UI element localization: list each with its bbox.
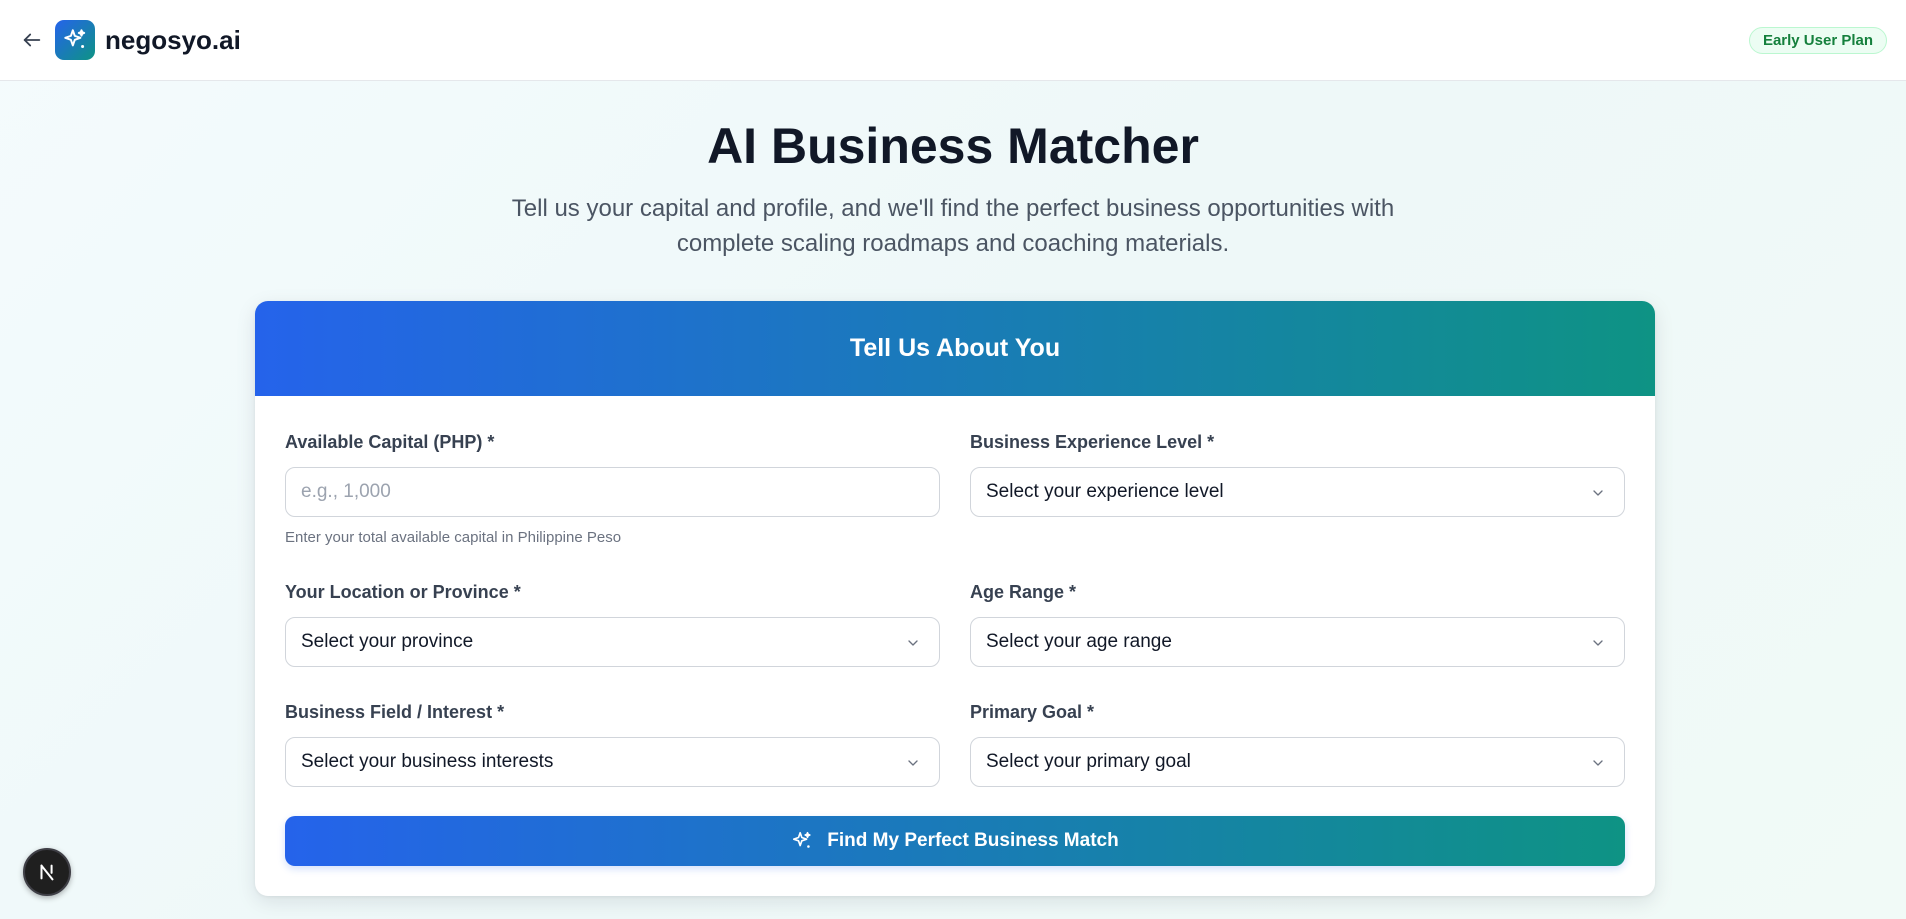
- goal-label: Primary Goal *: [970, 702, 1095, 722]
- age-selected-value: Select your age range: [986, 631, 1172, 652]
- chevron-down-icon: [1593, 490, 1603, 496]
- province-selected-value: Select your province: [301, 631, 474, 652]
- card-header: Tell Us About You: [255, 301, 1655, 396]
- top-nav-bar: negosyo.ai Early User Plan: [0, 0, 1906, 81]
- find-match-button-label: Find My Perfect Business Match: [827, 830, 1119, 851]
- chevron-down-icon: [908, 760, 918, 766]
- capital-field-group: Available Capital (PHP) * Enter your tot…: [285, 431, 940, 547]
- page-title: AI Business Matcher: [707, 118, 1199, 174]
- sparkles-icon: [793, 831, 811, 848]
- goal-selected-value: Select your primary goal: [986, 751, 1191, 772]
- sparkles-icon: [64, 29, 86, 49]
- page-subtitle: Tell us your capital and profile, and we…: [511, 195, 1395, 257]
- age-range-select[interactable]: Select your age range: [970, 617, 1625, 667]
- experience-selected-value: Select your experience level: [986, 481, 1224, 502]
- experience-field-group: Business Experience Level * Select your …: [970, 431, 1625, 517]
- business-interest-select[interactable]: Select your business interests: [285, 737, 940, 787]
- card-title: Tell Us About You: [849, 334, 1061, 362]
- arrow-left-icon: [23, 33, 41, 47]
- nextjs-icon: [40, 864, 54, 881]
- capital-label: Available Capital (PHP) *: [285, 432, 495, 452]
- nextjs-dev-badge[interactable]: [23, 848, 71, 896]
- goal-field-group: Primary Goal * Select your primary goal: [970, 701, 1625, 787]
- plan-badge: Early User Plan: [1748, 27, 1887, 54]
- find-match-button[interactable]: Find My Perfect Business Match: [285, 816, 1625, 866]
- business-field-label: Business Field / Interest *: [285, 702, 505, 722]
- location-field-group: Your Location or Province * Select your …: [285, 581, 940, 667]
- business-interest-selected-value: Select your business interests: [301, 751, 554, 772]
- brand-name[interactable]: negosyo.ai: [105, 22, 241, 58]
- province-select[interactable]: Select your province: [285, 617, 940, 667]
- primary-goal-select[interactable]: Select your primary goal: [970, 737, 1625, 787]
- business-field-group: Business Field / Interest * Select your …: [285, 701, 940, 787]
- chevron-down-icon: [1593, 760, 1603, 766]
- chevron-down-icon: [908, 640, 918, 646]
- brand-logo[interactable]: [55, 20, 95, 60]
- capital-input[interactable]: [285, 467, 940, 517]
- profile-form-card: Tell Us About You Available Capital (PHP…: [255, 301, 1655, 896]
- experience-label: Business Experience Level *: [970, 432, 1215, 452]
- age-label: Age Range *: [970, 582, 1077, 602]
- experience-select[interactable]: Select your experience level: [970, 467, 1625, 517]
- capital-hint: Enter your total available capital in Ph…: [285, 529, 622, 546]
- age-field-group: Age Range * Select your age range: [970, 581, 1625, 667]
- back-button[interactable]: [18, 26, 46, 54]
- chevron-down-icon: [1593, 640, 1603, 646]
- location-label: Your Location or Province *: [285, 582, 521, 602]
